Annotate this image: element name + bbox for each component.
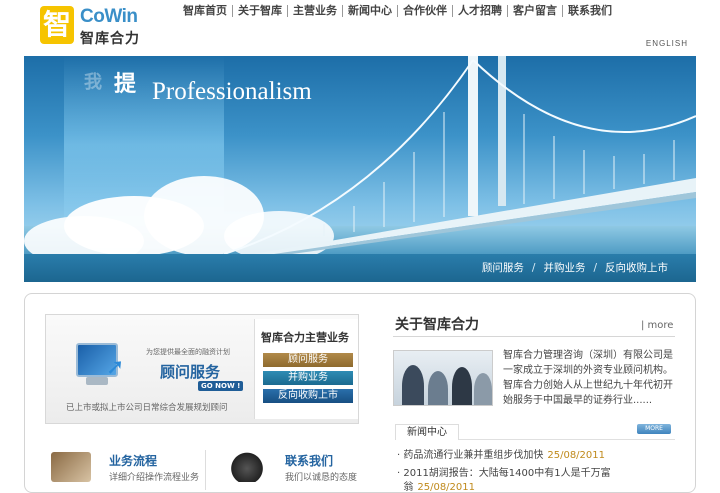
telephone-icon	[227, 452, 267, 482]
contact-title: 联系我们	[285, 454, 334, 468]
business-process-text: 详细介绍操作流程业务	[109, 473, 200, 483]
promo-title: 顾问服务	[160, 363, 221, 381]
banner-link-advisory[interactable]: 顾问服务	[478, 254, 528, 282]
news-item[interactable]: 翁 25/08/2011	[397, 478, 475, 493]
meeting-photo	[393, 350, 493, 406]
advisory-promo[interactable]: ➚ 为您提供最全面的融资计划 顾问服务 GO NOW ! 已上市或拟上市公司日常…	[50, 319, 246, 419]
contact-text: 我们以诚恳的态度	[285, 473, 358, 483]
about-more-link[interactable]: | more	[641, 320, 673, 331]
nav-business[interactable]: 主营业务	[288, 5, 343, 17]
person	[428, 371, 448, 405]
main-business-panel: 智库合力主营业务 顾问服务 并购业务 反向收购上市	[254, 319, 358, 419]
main-business-title: 智库合力主营业务	[261, 331, 349, 344]
promo-description: 已上市或拟上市公司日常综合发展规划顾问	[66, 403, 228, 413]
about-title: 关于智库合力	[395, 317, 479, 333]
business-process-block[interactable]: 业务流程 详细介绍操作流程业务	[51, 446, 201, 486]
promo-tagline: 为您提供最全面的融资计划	[146, 348, 230, 356]
banner-link-bar: 顾问服务 / 并购业务 / 反向收购上市	[24, 254, 696, 282]
news-date: 25/08/2011	[417, 482, 475, 493]
person	[452, 367, 472, 405]
banner-slogan: Professionalism	[152, 78, 312, 105]
banner-link-separator: /	[593, 262, 597, 274]
business-process-title: 业务流程	[109, 454, 158, 468]
logo-english-name: CoWin	[80, 6, 138, 27]
nav-jobs[interactable]: 人才招聘	[453, 5, 508, 17]
news-item[interactable]: · 药品流通行业兼并重组步伐加快 25/08/2011	[397, 446, 605, 461]
news-divider	[459, 439, 675, 440]
banner-link-reverse-merger[interactable]: 反向收购上市	[601, 254, 672, 282]
nav-home[interactable]: 智库首页	[178, 5, 233, 17]
person	[474, 373, 492, 405]
nav-news[interactable]: 新闻中心	[343, 5, 398, 17]
banner-faint-char: 我	[84, 72, 102, 93]
language-switch[interactable]: ENGLISH	[646, 39, 688, 48]
person	[402, 365, 424, 405]
nav-partners[interactable]: 合作伙伴	[398, 5, 453, 17]
banner-link-separator: /	[531, 262, 536, 274]
hero-banner: 我 提 Professionalism 顾问服务 / 并购业务 / 反向收购上市	[24, 56, 696, 282]
site-logo[interactable]: 智 CoWin 智库合力	[40, 6, 150, 47]
business-link-advisory[interactable]: 顾问服务	[263, 353, 353, 367]
handshake-icon	[51, 452, 91, 482]
nav-about[interactable]: 关于智库	[233, 5, 288, 17]
go-now-button[interactable]: GO NOW !	[198, 381, 244, 391]
tab-news[interactable]: 新闻中心	[395, 424, 459, 440]
news-more-button[interactable]: MORE	[637, 424, 671, 434]
logo-mark: 智	[40, 6, 74, 44]
about-summary: 智库合力管理咨询（深圳）有限公司是一家成立于深圳的外资专业顾问机构。智库合力创始…	[503, 350, 673, 406]
monitor-stand	[86, 377, 108, 385]
divider	[205, 450, 206, 490]
business-link-mna[interactable]: 并购业务	[263, 371, 353, 385]
nav-messages[interactable]: 客户留言	[508, 5, 563, 17]
logo-chinese-name: 智库合力	[80, 31, 140, 47]
content-panel: ➚ 为您提供最全面的融资计划 顾问服务 GO NOW ! 已上市或拟上市公司日常…	[24, 293, 696, 493]
news-title: 药品流通行业兼并重组步伐加快	[403, 450, 544, 461]
service-promo-box: ➚ 为您提供最全面的融资计划 顾问服务 GO NOW ! 已上市或拟上市公司日常…	[45, 314, 359, 424]
arrow-icon: ➚	[106, 355, 125, 380]
news-title: 翁	[403, 482, 414, 493]
site-header: 智 CoWin 智库合力 智库首页 关于智库 主营业务 新闻中心 合作伙伴 人才…	[0, 0, 720, 56]
about-divider	[393, 336, 675, 337]
news-item[interactable]: · 2011胡润报告：大陆每1400中有1人是千万富	[397, 464, 615, 479]
main-nav: 智库首页 关于智库 主营业务 新闻中心 合作伙伴 人才招聘 客户留言 联系我们	[178, 5, 617, 17]
business-link-reverse-merger[interactable]: 反向收购上市	[263, 389, 353, 403]
nav-contact[interactable]: 联系我们	[563, 5, 617, 17]
news-date: 25/08/2011	[547, 450, 605, 461]
banner-link-mna[interactable]: 并购业务	[539, 254, 589, 282]
contact-block[interactable]: 联系我们 我们以诚恳的态度	[227, 446, 377, 486]
banner-chinese-char: 提	[114, 72, 137, 97]
